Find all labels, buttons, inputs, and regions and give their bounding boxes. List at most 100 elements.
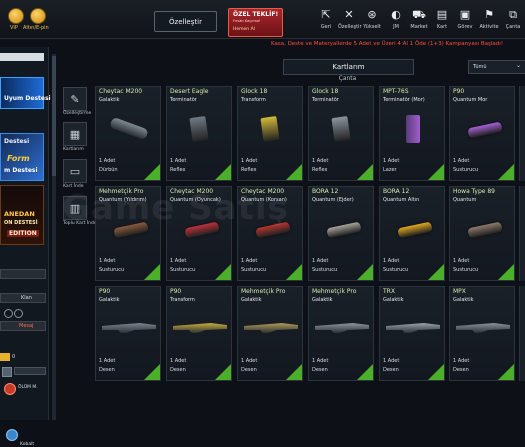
card-item-image	[167, 309, 231, 355]
suppressor-icon	[467, 221, 503, 239]
card-count: 1 Adet	[453, 358, 470, 364]
block-icon[interactable]	[4, 309, 13, 318]
customize-button-label: Özelleştir	[169, 17, 202, 26]
nav-customize[interactable]: ✕ Özelleştir	[338, 8, 362, 30]
attachment-card[interactable]: Howa Type 89 Quantum 1 Adet Susturucu	[449, 186, 515, 281]
deck-label: Uyum Destesi	[4, 95, 51, 102]
card-name: Glock 18	[241, 88, 268, 95]
nav-back[interactable]: ⇱ Geri	[315, 8, 337, 30]
attachment-card[interactable]: MPT-76S Terminatör (Mor) 1 Adet Lazer	[379, 86, 445, 181]
card-item-image	[380, 109, 444, 155]
card-item-image	[309, 109, 373, 155]
card-count: 1 Adet	[241, 358, 258, 364]
card-name: Glock 18	[312, 88, 339, 95]
reflex-sight-icon	[331, 116, 351, 142]
card-name: P90	[99, 288, 111, 295]
card-name: BORA 12	[312, 188, 339, 195]
nav-label: Aktivite	[479, 24, 499, 30]
gold-coin-icon[interactable]	[30, 8, 46, 24]
corner-badge	[428, 364, 444, 380]
attachment-card[interactable]: BORA 12 Quantum (Ejder) 1 Adet Susturucu	[308, 186, 374, 281]
offer-desc: Fırsatı Kaçırma!	[233, 19, 261, 23]
card-count: 1 Adet	[99, 358, 116, 364]
nav-jm[interactable]: ◐ JM	[385, 8, 407, 30]
nav-label: Kart	[436, 24, 448, 30]
deck-card-1[interactable]: Uyum Destesi	[0, 77, 51, 109]
card-count: 1 Adet	[99, 158, 116, 164]
corner-badge	[357, 164, 373, 180]
attachment-card[interactable]: BORA 12 Quantum Altın 1 Adet Susturucu	[379, 186, 445, 281]
deck-card-2[interactable]: Destesi Form m Destesi	[0, 133, 44, 181]
card-category: Terminatör	[312, 97, 339, 103]
tab-card-apply[interactable]: ▭	[63, 159, 87, 183]
attachment-card[interactable]: Glock 18 Transform 1 Adet Reflex	[237, 86, 303, 181]
attachment-card[interactable]: P90 Galaktik 1 Adet Desen	[95, 286, 161, 381]
offer-title: ÖZEL TEKLİF!	[233, 11, 279, 18]
card-item-image	[450, 309, 514, 355]
corner-badge	[144, 264, 160, 280]
activity-icon: ⚑	[484, 8, 494, 21]
attachment-card[interactable]: Mehmetçik Pro Galaktik 1 Adet Desen	[308, 286, 374, 381]
attachment-card[interactable]: Glock 18 Terminatör 1 Adet Reflex	[308, 86, 374, 181]
card-category: Terminatör (Mor)	[383, 97, 425, 103]
player-name-field[interactable]	[0, 269, 46, 279]
card-edge[interactable]	[519, 86, 525, 181]
nav-activity[interactable]: ⚑ Aktivite	[478, 8, 500, 30]
card-edge[interactable]	[519, 286, 525, 381]
card-edge[interactable]	[519, 186, 525, 281]
card-attachment: Desen	[170, 367, 186, 373]
attachment-card[interactable]: Cheytac M200 Galaktik 1 Adet Dürbün	[95, 86, 161, 181]
card-name: Mehmetçik Pro	[241, 288, 286, 295]
deck-card-3[interactable]: ANEDAN ON DESTESİ EDITION	[0, 185, 44, 245]
nav-mission[interactable]: ▣ Görev	[454, 8, 476, 30]
clan-button[interactable]: Klan	[0, 293, 46, 303]
nav-label: JM	[393, 24, 399, 30]
cart-icon: ⛟	[412, 8, 426, 21]
card-name: MPT-76S	[383, 88, 409, 95]
nav-upgrade[interactable]: ⊛ Yükselt	[361, 8, 383, 30]
attachment-card[interactable]: TRX Galaktik 1 Adet Desen	[379, 286, 445, 381]
attachment-card[interactable]: Desert Eagle Terminatör 1 Adet Reflex	[166, 86, 232, 181]
weapon-skin-icon	[386, 323, 440, 333]
nav-card[interactable]: ▤ Kart	[431, 8, 453, 30]
card-name: Howa Type 89	[453, 188, 495, 195]
card-attachment: Dürbün	[99, 167, 118, 173]
card-item-image	[309, 209, 373, 255]
tab-customization[interactable]: ✎	[63, 87, 87, 111]
deck-label: m Destesi	[4, 167, 38, 174]
card-count: 1 Adet	[383, 358, 400, 364]
nav-label: Çanta	[505, 24, 521, 30]
mission-icon: ▣	[459, 8, 471, 21]
card-icon: ▤	[436, 8, 448, 21]
card-name: MPX	[453, 288, 466, 295]
customize-button[interactable]: Özelleştir	[154, 11, 217, 32]
card-item-image	[96, 309, 160, 355]
tab-my-cards[interactable]: ▦	[63, 122, 87, 146]
attachment-card[interactable]: Mehmetçik Pro Galaktik 1 Adet Desen	[237, 286, 303, 381]
corner-badge	[428, 164, 444, 180]
nav-market[interactable]: ⛟ Market	[408, 8, 430, 30]
attachment-card[interactable]: P90 Transform 1 Adet Desen	[166, 286, 232, 381]
deck-label: ON DESTESİ	[4, 220, 38, 226]
card-attachment: Susturucu	[99, 267, 125, 273]
corner-badge	[286, 264, 302, 280]
card-name: Desert Eagle	[170, 88, 209, 95]
scrollbar-thumb[interactable]	[52, 56, 56, 176]
card-item-image	[450, 109, 514, 155]
nav-bag[interactable]: ⧉ Çanta	[502, 8, 524, 30]
weapon-skin-icon	[244, 323, 298, 333]
message-button[interactable]: Mesaj	[0, 321, 46, 331]
card-category: Galaktik	[312, 297, 333, 303]
vertical-scrollbar[interactable]	[52, 54, 56, 420]
filter-dropdown[interactable]: Tümü ⌄	[468, 60, 525, 74]
block-icon[interactable]	[14, 309, 23, 318]
vip-coin-icon[interactable]	[8, 8, 24, 24]
card-category: Galaktik	[241, 297, 262, 303]
tab-my-cards-label: Kartlarım	[63, 147, 84, 152]
card-attachment: Desen	[99, 367, 115, 373]
attachment-card[interactable]: MPX Galaktik 1 Adet Desen	[449, 286, 515, 381]
special-offer-banner[interactable]: ÖZEL TEKLİF! Fırsatı Kaçırma! Hemen Al	[228, 8, 283, 37]
watermark: Game Satış	[62, 188, 289, 228]
attachment-card[interactable]: P90 Quantum Mor 1 Adet Susturucu	[449, 86, 515, 181]
card-category: Transform	[170, 297, 195, 303]
